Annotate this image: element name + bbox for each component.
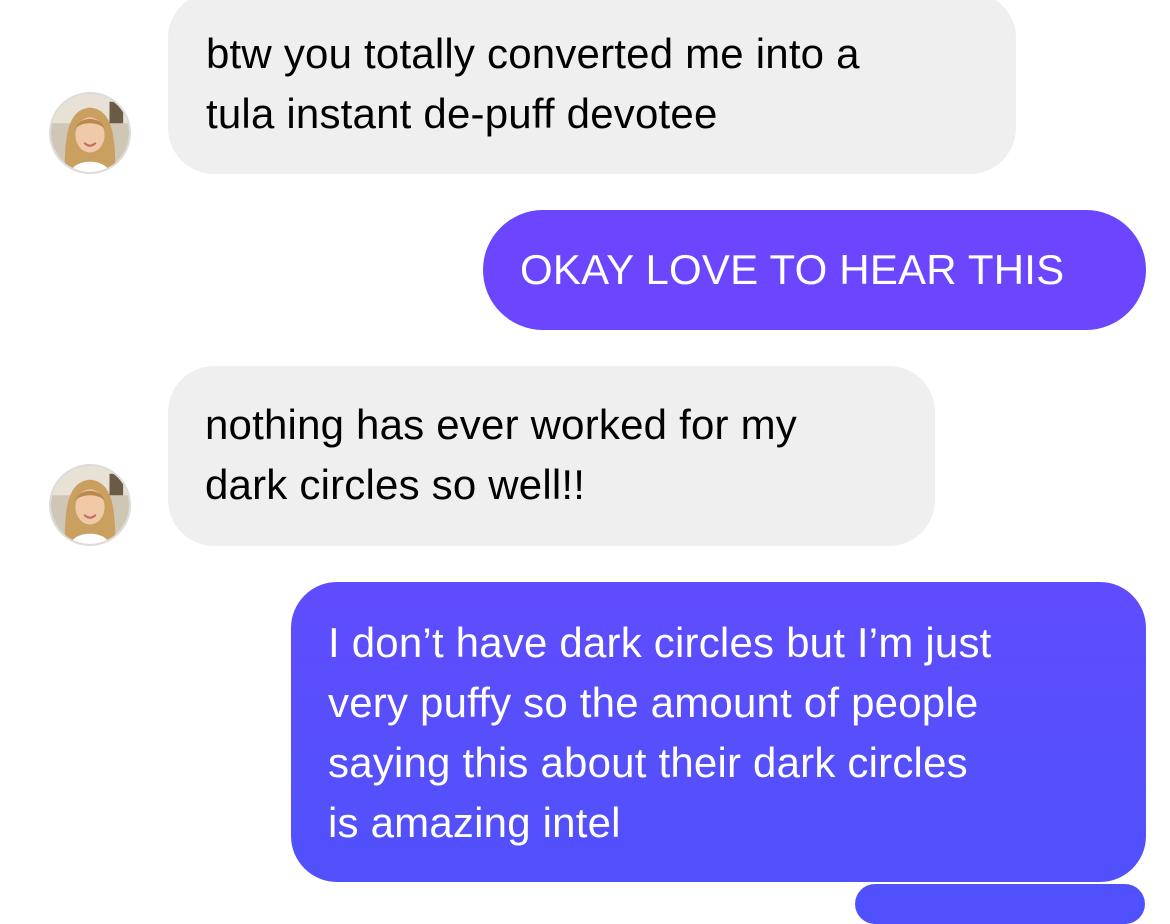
outgoing-message-bubble-partial[interactable] [855,884,1145,924]
outgoing-message-bubble[interactable]: I don’t have dark circles but I’m just v… [291,582,1146,882]
message-text-line: btw you totally converted me into a [206,30,860,77]
message-text-line: is amazing intel [328,799,621,846]
message-text-line: dark circles so well!! [205,461,586,508]
message-text-line: OKAY LOVE TO HEAR THIS [520,246,1065,293]
message-text-line: I don’t have dark circles but I’m just [328,619,992,666]
message-text-line: tula instant de-puff devotee [206,90,718,137]
outgoing-message-bubble[interactable]: OKAY LOVE TO HEAR THIS [483,210,1146,330]
avatar-photo-icon [51,466,129,544]
incoming-message-bubble[interactable]: nothing has ever worked for my dark circ… [168,366,935,546]
message-text-line: saying this about their dark circles [328,739,968,786]
incoming-message-bubble[interactable]: btw you totally converted me into a tula… [168,0,1016,174]
message-text-line: very puffy so the amount of people [328,679,979,726]
avatar-photo-icon [51,94,129,172]
contact-avatar[interactable] [49,92,131,174]
message-text-line: nothing has ever worked for my [205,401,797,448]
contact-avatar[interactable] [49,464,131,546]
